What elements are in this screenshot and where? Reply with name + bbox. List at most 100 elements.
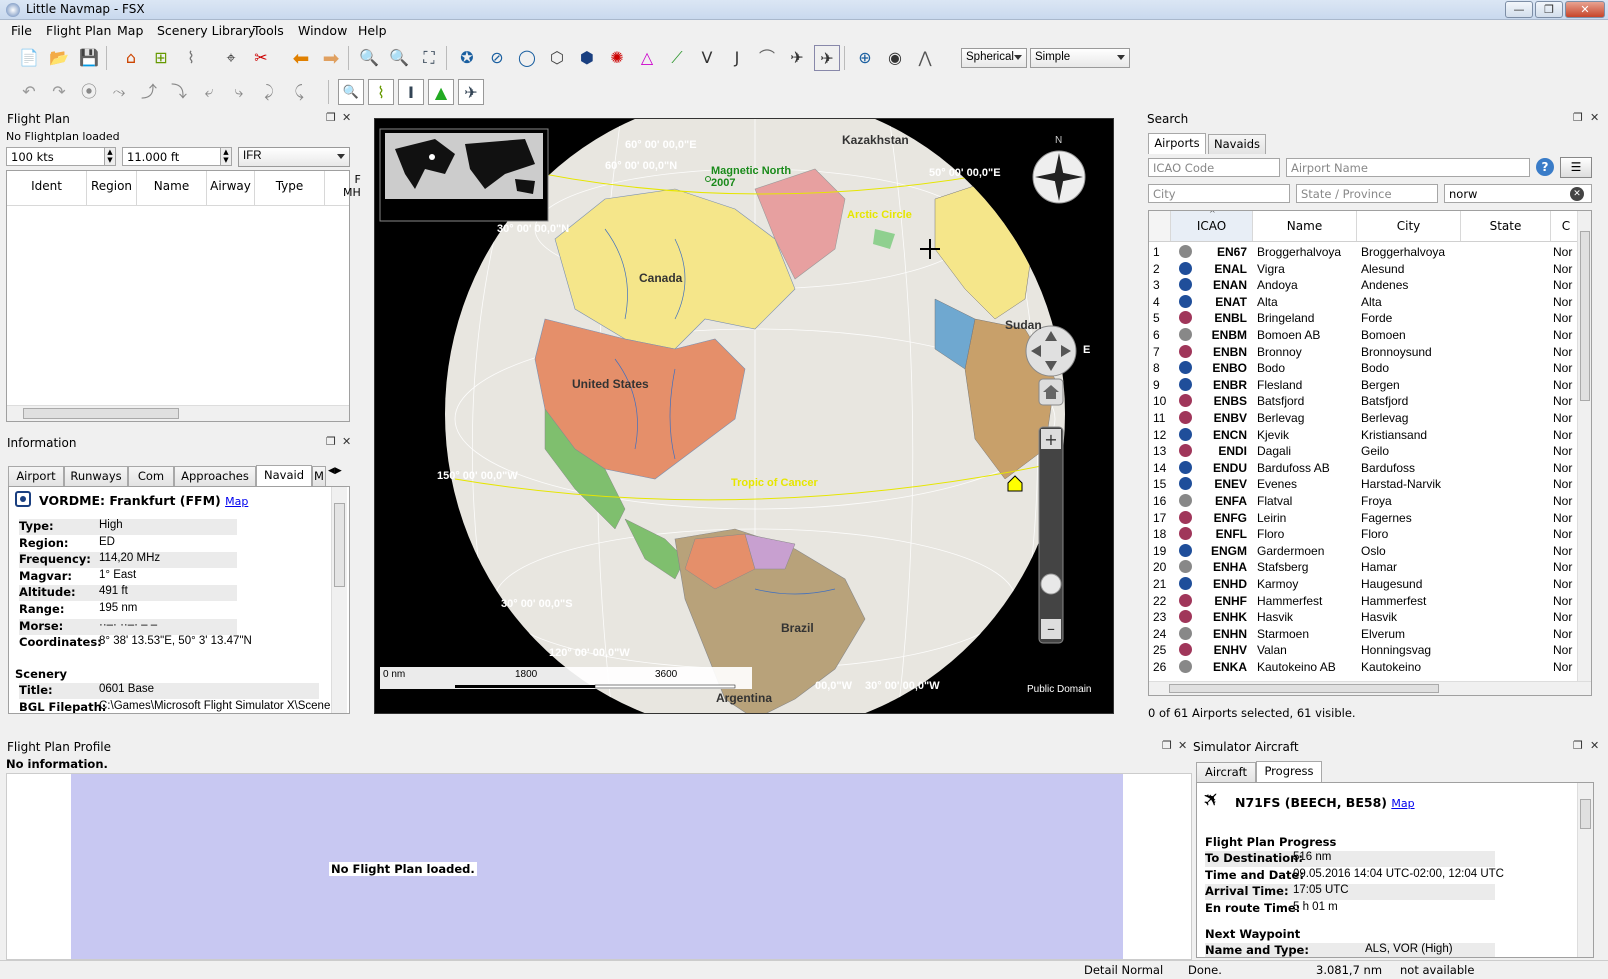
col-region[interactable]: Region: [87, 171, 137, 205]
aircraft-map-link[interactable]: Map: [1391, 797, 1414, 810]
col-state[interactable]: State: [1461, 211, 1551, 241]
aircraft-center-icon[interactable]: ✈: [814, 45, 840, 71]
table-row[interactable]: 23 ENHK Hasvik Hasvik Nor: [1149, 609, 1579, 626]
globe-svg[interactable]: + –: [375, 119, 1114, 714]
close-icon[interactable]: ✕: [1590, 739, 1599, 752]
table-row[interactable]: 15 ENEV Evenes Harstad-Narvik Nor: [1149, 476, 1579, 493]
ndb-icon[interactable]: ✺: [604, 45, 630, 71]
tab-navaids[interactable]: Navaids: [1208, 134, 1266, 154]
icao-code-field[interactable]: ICAO Code: [1148, 158, 1280, 177]
close-icon[interactable]: ✕: [1178, 739, 1187, 752]
ils-icon[interactable]: ⟋: [664, 45, 690, 71]
profile-panel-icon[interactable]: ▲: [428, 79, 454, 105]
tab-aircraft[interactable]: Aircraft: [1196, 762, 1256, 782]
forward-arrow-icon[interactable]: ➡: [318, 45, 344, 71]
tab-com[interactable]: Com: [128, 466, 174, 486]
table-row[interactable]: 1 EN67 Broggerhalvoya Broggerhalvoya Nor: [1149, 244, 1579, 261]
open-icon[interactable]: 📂: [46, 45, 72, 71]
table-row[interactable]: 25 ENHV Valan Honningsvag Nor: [1149, 642, 1579, 659]
grid-globe-icon[interactable]: ⊕: [852, 45, 878, 71]
table-row[interactable]: 10 ENBS Batsfjord Batsfjord Nor: [1149, 393, 1579, 410]
map-view[interactable]: + – Kazakhstan Magnetic North 2007 Canad…: [374, 118, 1114, 714]
table-row[interactable]: 5 ENBL Bringeland Forde Nor: [1149, 310, 1579, 327]
table-row[interactable]: 20 ENHA Stafsberg Hamar Nor: [1149, 559, 1579, 576]
speed-stepper[interactable]: ▲ ▼: [104, 147, 116, 166]
table-row[interactable]: 26 ENKA Kautokeino AB Kautokeino Nor: [1149, 659, 1579, 676]
route-icon[interactable]: ⌇: [178, 45, 204, 71]
menu-flight-plan[interactable]: Flight Plan: [46, 23, 111, 38]
v-scrollbar[interactable]: [1577, 783, 1593, 957]
float-icon[interactable]: ❐: [326, 435, 336, 448]
map-pin-icon[interactable]: ⌖: [218, 45, 244, 71]
back-arrow-icon[interactable]: ⬅: [288, 45, 314, 71]
table-row[interactable]: 12 ENCN Kjevik Kristiansand Nor: [1149, 427, 1579, 444]
calc-icon[interactable]: ⦿: [76, 79, 102, 105]
scroll-thumb[interactable]: [1580, 799, 1591, 829]
table-row[interactable]: 7 ENBN Bronnoy Bronnoysund Nor: [1149, 344, 1579, 361]
h-scrollbar[interactable]: [7, 405, 349, 421]
table-row[interactable]: 21 ENHD Karmoy Haugesund Nor: [1149, 576, 1579, 593]
tool-g-icon[interactable]: ⤹: [286, 79, 312, 105]
col-name[interactable]: Name: [137, 171, 207, 205]
tab-scroll-arrows[interactable]: ◀▶: [328, 466, 350, 484]
col-type[interactable]: Type: [255, 171, 325, 205]
menu-window[interactable]: Window: [298, 23, 347, 38]
theme-select[interactable]: Simple: [1030, 48, 1130, 68]
minimize-button[interactable]: —: [1505, 1, 1533, 18]
menu-map[interactable]: Map: [117, 23, 143, 38]
table-row[interactable]: 22 ENHF Hammerfest Hammerfest Nor: [1149, 593, 1579, 610]
victor-airway-icon[interactable]: V: [694, 45, 720, 71]
tab-progress[interactable]: Progress: [1256, 761, 1322, 782]
table-row[interactable]: 13 ENDI Dagali Geilo Nor: [1149, 443, 1579, 460]
info-map-link[interactable]: Map: [225, 495, 248, 508]
v-scrollbar[interactable]: [1577, 211, 1591, 681]
tool-c-icon[interactable]: ⤵: [166, 79, 192, 105]
search-panel-icon[interactable]: 🔍: [338, 79, 364, 105]
menu-help[interactable]: Help: [358, 23, 387, 38]
save-icon[interactable]: 💾: [76, 45, 102, 71]
table-row[interactable]: 3 ENAN Andoya Andenes Nor: [1149, 277, 1579, 294]
tool-f-icon[interactable]: ⤸: [256, 79, 282, 105]
table-row[interactable]: 4 ENAT Alta Alta Nor: [1149, 294, 1579, 311]
add-waypoint-icon[interactable]: ⊞: [148, 45, 174, 71]
undo-icon[interactable]: ↶: [16, 79, 42, 105]
flightplan-table[interactable]: Ident Region Name Airway Type F MH: [6, 170, 361, 422]
table-row[interactable]: 14 ENDU Bardufoss AB Bardufoss Nor: [1149, 460, 1579, 477]
scroll-thumb[interactable]: [1580, 231, 1590, 401]
table-row[interactable]: 19 ENGM Gardermoen Oslo Nor: [1149, 543, 1579, 560]
tool-d-icon[interactable]: ⤶: [196, 79, 222, 105]
v-scrollbar[interactable]: [331, 487, 347, 713]
table-row[interactable]: 18 ENFL Floro Floro Nor: [1149, 526, 1579, 543]
table-row[interactable]: 2 ENAL Vigra Alesund Nor: [1149, 261, 1579, 278]
tool-b-icon[interactable]: ⤴: [136, 79, 162, 105]
col-ident[interactable]: Ident: [7, 171, 87, 205]
profile-area[interactable]: No Flight Plan loaded.: [6, 773, 1192, 960]
close-icon[interactable]: ✕: [342, 435, 351, 448]
altitude-field[interactable]: 11.000 ft: [122, 147, 226, 166]
aircraft-panel-icon[interactable]: ✈: [458, 79, 484, 105]
tab-approaches[interactable]: Approaches: [174, 466, 256, 486]
table-row[interactable]: 24 ENHN Starmoen Elverum Nor: [1149, 626, 1579, 643]
airport-empty-icon[interactable]: ◯: [514, 45, 540, 71]
table-row[interactable]: 17 ENFG Leirin Fagernes Nor: [1149, 510, 1579, 527]
menu-file[interactable]: File: [11, 23, 32, 38]
scroll-thumb[interactable]: [334, 503, 345, 587]
close-button[interactable]: ✕: [1565, 1, 1605, 18]
scroll-thumb[interactable]: [23, 408, 179, 419]
float-icon[interactable]: ❐: [326, 111, 336, 124]
vordme-icon[interactable]: ⬢: [574, 45, 600, 71]
vor-icon[interactable]: ⬡: [544, 45, 570, 71]
speed-field[interactable]: 100 kts: [6, 147, 110, 166]
table-row[interactable]: 16 ENFA Flatval Froya Nor: [1149, 493, 1579, 510]
route-line-icon[interactable]: ⌒: [754, 45, 780, 71]
new-flightplan-icon[interactable]: 📄: [16, 45, 42, 71]
scroll-thumb[interactable]: [1169, 684, 1439, 693]
clear-icon[interactable]: ✕: [1570, 187, 1584, 201]
airport-table[interactable]: ICAO ^ Name City State C 1 EN67 Broggerhal…: [1148, 210, 1592, 696]
airport-name-field[interactable]: Airport Name: [1286, 158, 1530, 177]
city-field[interactable]: City: [1148, 184, 1290, 203]
info-panel-icon[interactable]: I: [398, 79, 424, 105]
tab-navaid[interactable]: Navaid: [256, 465, 312, 486]
tab-runways[interactable]: Runways: [64, 466, 128, 486]
zoom-in-icon[interactable]: 🔍: [356, 45, 382, 71]
